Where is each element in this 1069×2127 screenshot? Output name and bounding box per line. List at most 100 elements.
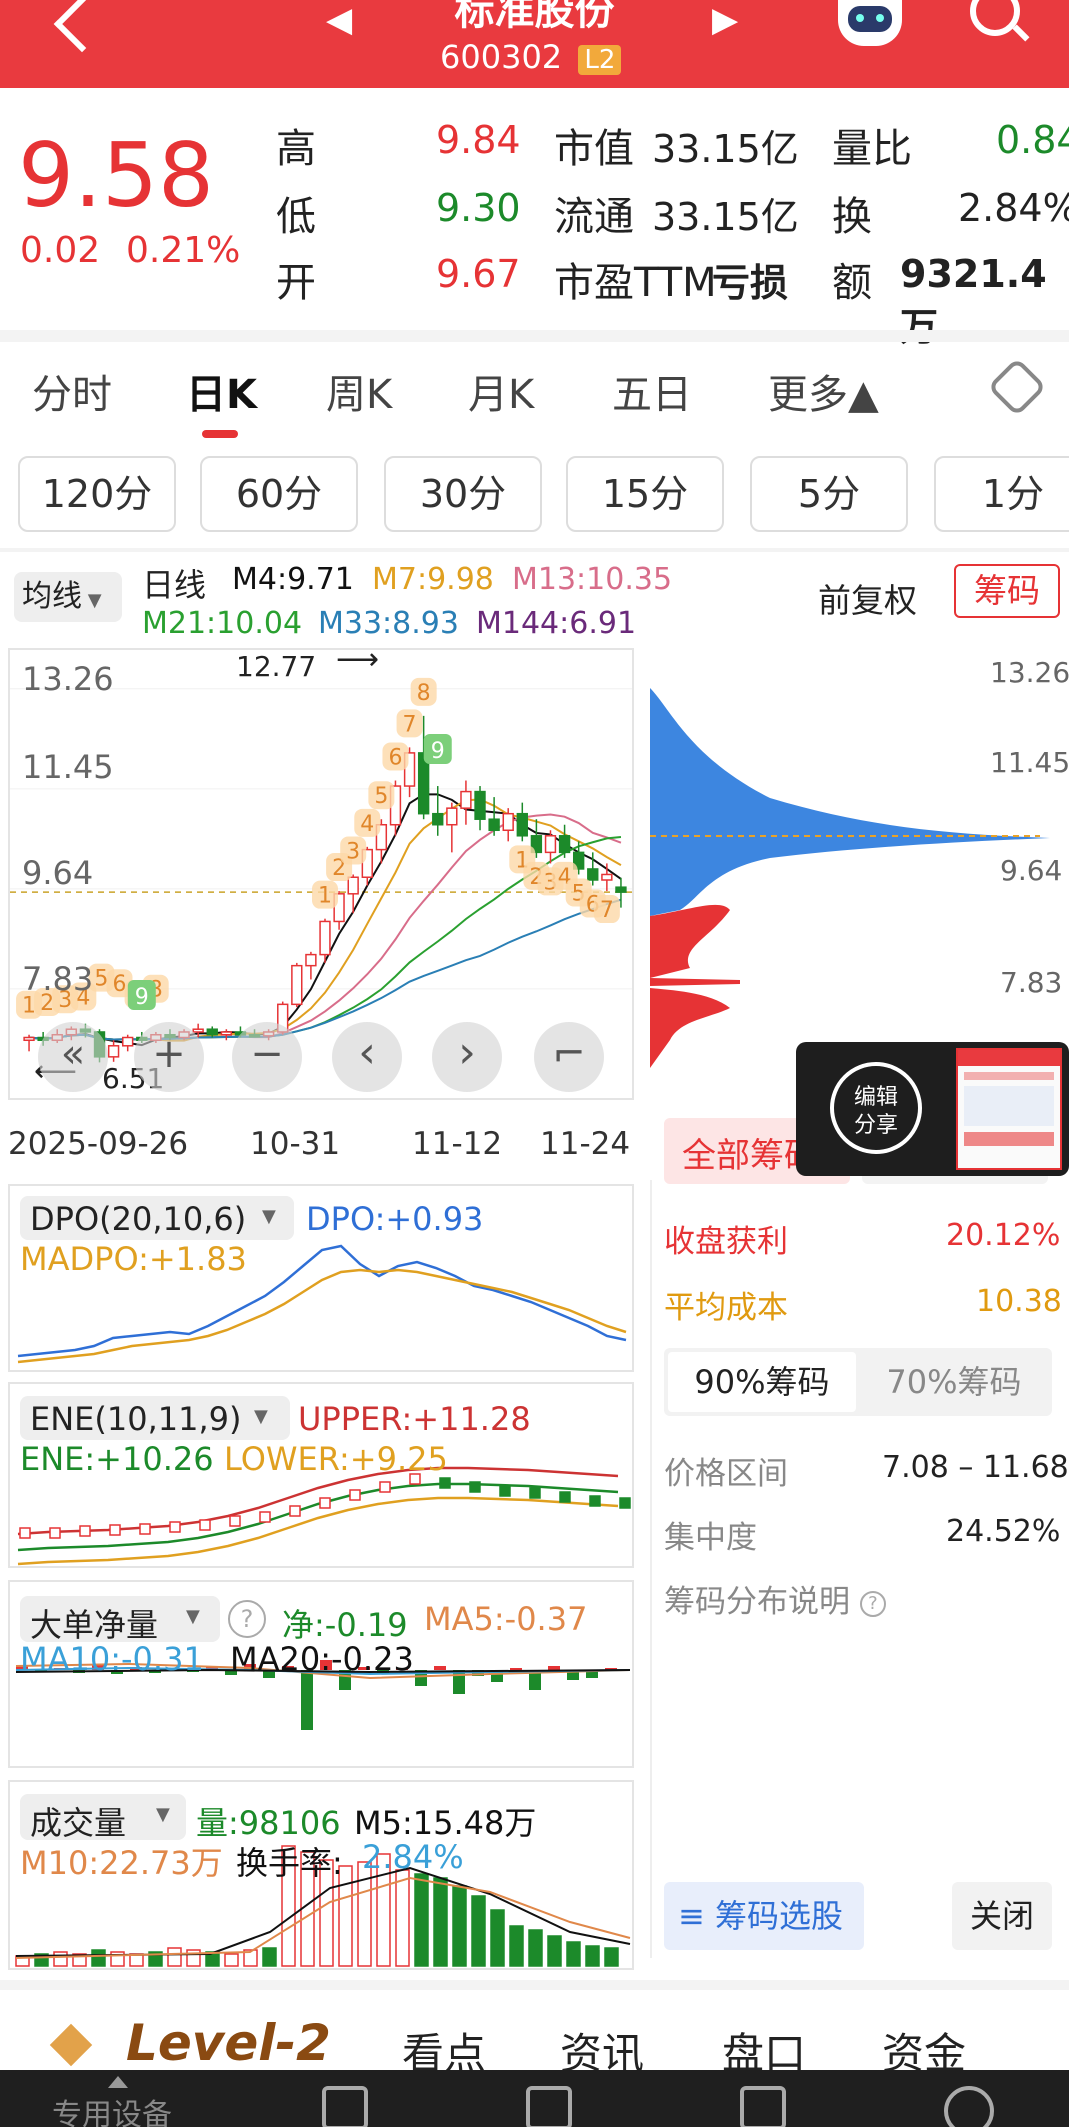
bottom-nav: 专用设备 <box>0 2070 1069 2127</box>
line-type: 日线 <box>142 566 207 604</box>
fullscreen-button[interactable]: ⌐ <box>534 1022 604 1092</box>
seg-70-chips[interactable]: 70%筹码 <box>860 1352 1048 1412</box>
x-tick: 10-31 <box>250 1126 341 1162</box>
period-1m[interactable]: 1分 <box>934 456 1069 532</box>
y-tick: 11.45 <box>22 748 114 786</box>
chips-explain-link[interactable]: 筹码分布说明 ? <box>664 1576 886 1621</box>
period-60m[interactable]: 60分 <box>200 456 358 532</box>
tab-weekly-k[interactable]: 周K <box>326 362 392 420</box>
seq-marker: 5 <box>94 967 108 992</box>
volume-bar <box>53 1951 68 1967</box>
price-range-value: 7.08 – 11.68 <box>882 1450 1069 1485</box>
candle-body <box>601 873 613 881</box>
nav-industry[interactable]: 专用设备 <box>52 2090 172 2127</box>
net-volume-bar <box>301 1670 313 1730</box>
help-icon[interactable]: ? <box>228 1600 266 1638</box>
period-30m[interactable]: 30分 <box>384 456 542 532</box>
settings-hex-icon[interactable] <box>987 357 1047 417</box>
high-value: 9.84 <box>436 118 521 162</box>
candle-body <box>432 812 444 826</box>
volume-bar <box>395 1869 410 1967</box>
level-badge: L2 <box>578 45 622 75</box>
ma-m21: M21:10.04 <box>142 606 303 641</box>
ma-selector[interactable]: 均线 ▼ <box>14 572 122 622</box>
kline-chart[interactable]: 1234567812345678991234567 13.26 11.45 9.… <box>8 648 634 1100</box>
seq-marker: 5 <box>374 784 388 809</box>
period-5m[interactable]: 5分 <box>750 456 908 532</box>
more-icon[interactable] <box>944 2086 994 2127</box>
volume-panel[interactable]: 成交量 ▼ 量:98106 M5:15.48万 M10:22.73万 换手率: … <box>8 1780 634 1970</box>
candle-body <box>460 790 472 809</box>
open-label: 开 <box>276 260 316 306</box>
caret-up-icon <box>108 2076 128 2088</box>
float-value: 33.15亿 <box>652 195 799 239</box>
tab-more[interactable]: 更多▲ <box>768 362 879 420</box>
edit-share-popup[interactable]: 编辑 分享 <box>796 1042 1069 1176</box>
next-stock-arrow[interactable]: ▶ <box>712 0 738 40</box>
avg-cost-label: 平均成本 <box>664 1290 788 1326</box>
price-change: 0.02 <box>20 230 101 271</box>
y-tick: 13.26 <box>22 660 114 698</box>
dpo-value: DPO:+0.93 <box>306 1200 484 1238</box>
ene-candle <box>559 1491 571 1503</box>
upper-value: UPPER:+11.28 <box>298 1400 531 1438</box>
list-icon[interactable] <box>322 2086 368 2127</box>
volume-bar <box>471 1895 486 1967</box>
chips-y-tick: 9.64 <box>1000 854 1063 887</box>
stock-code: 600302 <box>440 38 563 76</box>
ma-selector-label: 均线 <box>22 579 82 614</box>
period-15m[interactable]: 15分 <box>566 456 724 532</box>
stock-name: 标准股份 <box>454 0 615 34</box>
add-icon[interactable] <box>526 2086 572 2127</box>
turn-value: 2.84% <box>958 186 1069 230</box>
candle-body <box>206 1028 218 1036</box>
dpo-panel[interactable]: DPO(20,10,6) ▼ DPO:+0.93 MADPO:+1.83 <box>8 1184 634 1372</box>
zoom-out-button[interactable]: − <box>232 1022 302 1092</box>
trade-icon[interactable] <box>740 2086 786 2127</box>
chips-button[interactable]: 筹码 <box>954 564 1060 618</box>
chips-red-area-1 <box>650 904 730 978</box>
scroll-right-button[interactable]: › <box>432 1022 502 1092</box>
volume-bar <box>566 1941 581 1967</box>
zoom-out-history-button[interactable]: « <box>38 1022 108 1092</box>
close-button[interactable]: 关闭 <box>952 1882 1052 1950</box>
big-order-panel[interactable]: 大单净量 ▼ ? 净:-0.19 MA5:-0.37 MA10:-0.31 MA… <box>8 1580 634 1768</box>
seg-90-chips[interactable]: 90%筹码 <box>668 1352 856 1412</box>
period-120m[interactable]: 120分 <box>18 456 176 532</box>
ene-candle <box>259 1511 271 1523</box>
chips-select-button[interactable]: ≡ 筹码选股 <box>664 1882 864 1950</box>
avg-cost-value: 10.38 <box>976 1284 1062 1319</box>
volume-bar <box>604 1947 619 1967</box>
tab-five-day[interactable]: 五日 <box>612 362 692 420</box>
robot-icon[interactable] <box>838 0 902 46</box>
concentration-label: 集中度 <box>664 1520 757 1556</box>
chips-red-area-3 <box>650 988 730 1068</box>
seq-marker: 1 <box>318 884 332 909</box>
tab-timeshare[interactable]: 分时 <box>32 362 112 420</box>
net-volume-bar <box>434 1666 446 1670</box>
net-volume-bar <box>453 1670 465 1694</box>
dpo-title: DPO(20,10,6) <box>30 1200 247 1238</box>
list-icon: ≡ <box>678 1897 705 1935</box>
tab-daily-k[interactable]: 日K <box>186 362 257 420</box>
dropdown-icon: ▼ <box>254 1406 268 1427</box>
tab-level2[interactable]: Level-2 <box>126 2014 331 2072</box>
zoom-in-button[interactable]: + <box>134 1022 204 1092</box>
edit-share-circle[interactable]: 编辑 分享 <box>830 1062 922 1154</box>
scroll-left-button[interactable]: ‹ <box>332 1022 402 1092</box>
max-price-label: 12.77 <box>236 650 317 683</box>
adjust-mode[interactable]: 前复权 <box>818 574 917 622</box>
ma-m33: M33:8.93 <box>318 606 459 641</box>
ene-panel[interactable]: ENE(10,11,9) ▼ UPPER:+11.28 ENE:+10.26 L… <box>8 1382 634 1568</box>
vr-label: 量比 <box>832 126 912 172</box>
volume-bar <box>91 1949 106 1967</box>
screenshot-thumbnail[interactable] <box>956 1048 1062 1170</box>
divider <box>0 330 1069 342</box>
close-profit-value: 20.12% <box>946 1218 1061 1253</box>
tab-monthly-k[interactable]: 月K <box>468 362 534 420</box>
last-price: 9.58 <box>18 124 214 227</box>
candle-body <box>615 886 627 893</box>
candle-body <box>488 818 500 832</box>
app-header: ◀ 标准股份 600302 L2 ▶ <box>0 0 1069 88</box>
ene-candle <box>439 1477 451 1489</box>
